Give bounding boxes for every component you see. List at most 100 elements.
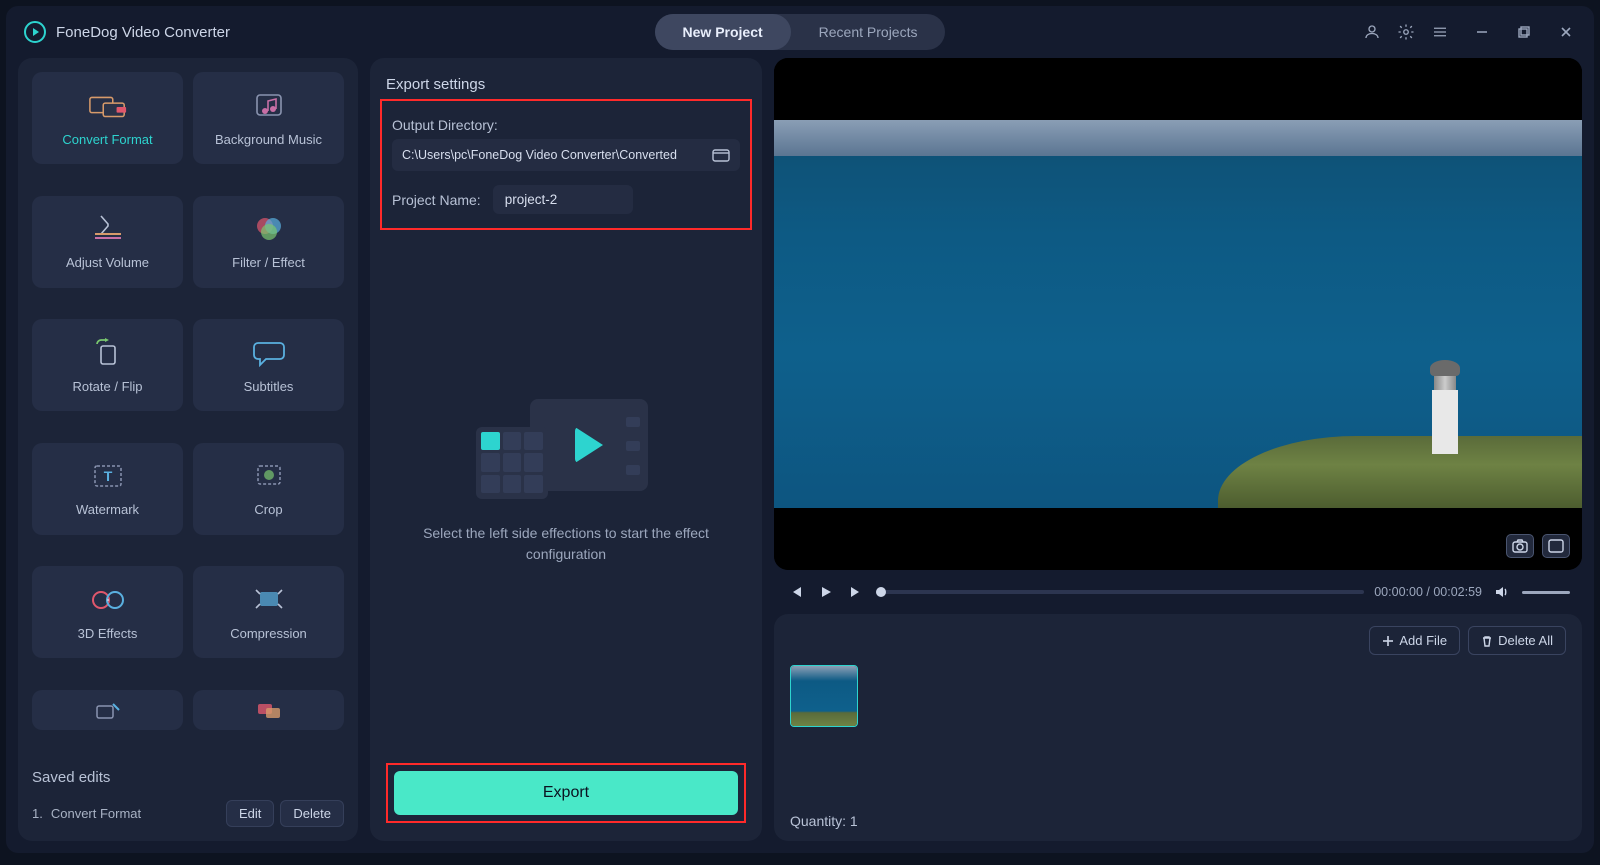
titlebar: FoneDog Video Converter New Project Rece… (6, 6, 1594, 58)
effect-subtitles[interactable]: Subtitles (193, 319, 344, 411)
convert-format-icon (88, 90, 128, 122)
export-settings-title: Export settings (386, 76, 746, 93)
timeline-handle[interactable] (876, 587, 886, 597)
preview-panel: 00:00:00 / 00:02:59 Add File Delete All (774, 58, 1582, 841)
thumbnails-row (790, 665, 1566, 727)
effect-filter[interactable]: Filter / Effect (193, 196, 344, 288)
placeholder-text: Select the left side effections to start… (416, 523, 716, 565)
delete-all-label: Delete All (1498, 633, 1553, 648)
svg-text:T: T (103, 468, 112, 484)
effect-label: Rotate / Flip (72, 379, 142, 394)
effect-label: Adjust Volume (66, 255, 149, 270)
account-icon[interactable] (1362, 22, 1382, 42)
skip-back-icon[interactable] (786, 582, 806, 602)
saved-edits-title: Saved edits (32, 769, 344, 786)
app-logo-icon (24, 21, 46, 43)
saved-edit-index: 1. (32, 806, 43, 821)
settings-icon[interactable] (1396, 22, 1416, 42)
video-overlay-controls (1506, 534, 1570, 558)
effect-more-2[interactable] (193, 690, 344, 730)
effect-label: Filter / Effect (232, 255, 305, 270)
tab-new-project[interactable]: New Project (655, 14, 791, 50)
quantity-display: Quantity: 1 (790, 813, 1566, 829)
effect-more-1[interactable] (32, 690, 183, 730)
player-controls: 00:00:00 / 00:02:59 (774, 582, 1582, 602)
main-content: Convert Format Background Music Adjust V… (6, 58, 1594, 853)
effect-label: Subtitles (244, 379, 294, 394)
export-highlight: Export (386, 763, 746, 823)
3d-icon (88, 584, 128, 616)
tab-recent-projects[interactable]: Recent Projects (791, 14, 946, 50)
saved-edit-row: 1. Convert Format Edit Delete (32, 800, 344, 827)
saved-edit-name: Convert Format (51, 806, 141, 821)
edit-button[interactable]: Edit (226, 800, 274, 827)
video-player (774, 58, 1582, 570)
time-display: 00:00:00 / 00:02:59 (1374, 585, 1482, 599)
play-icon[interactable] (816, 582, 836, 602)
timeline-slider[interactable] (876, 590, 1364, 594)
add-file-button[interactable]: Add File (1369, 626, 1460, 655)
placeholder-area: Select the left side effections to start… (386, 190, 746, 763)
app-brand: FoneDog Video Converter (24, 21, 655, 43)
effect-label: Compression (230, 626, 307, 641)
add-file-label: Add File (1399, 633, 1447, 648)
music-icon (249, 90, 289, 122)
volume-icon (88, 213, 128, 245)
skip-forward-icon[interactable] (846, 582, 866, 602)
effect-label: Background Music (215, 132, 322, 147)
filter-icon (249, 213, 289, 245)
clip-thumbnail[interactable] (790, 665, 858, 727)
minimize-button[interactable] (1472, 22, 1492, 42)
main-tabs: New Project Recent Projects (655, 14, 946, 50)
subtitles-icon (249, 337, 289, 369)
effect-label: Crop (254, 502, 282, 517)
delete-all-button[interactable]: Delete All (1468, 626, 1566, 655)
fullscreen-icon[interactable] (1542, 534, 1570, 558)
effect-compression[interactable]: Compression (193, 566, 344, 658)
effect-adjust-volume[interactable]: Adjust Volume (32, 196, 183, 288)
output-directory-value: C:\Users\pc\FoneDog Video Converter\Conv… (402, 148, 704, 162)
app-title: FoneDog Video Converter (56, 24, 230, 41)
current-time: 00:00:00 (1374, 585, 1423, 599)
effect-label: Watermark (76, 502, 139, 517)
volume-slider[interactable] (1522, 591, 1570, 594)
quantity-value: 1 (850, 813, 858, 829)
crop-icon (249, 460, 289, 492)
lighthouse-image (1428, 360, 1462, 450)
layers-icon (249, 694, 289, 726)
menu-icon[interactable] (1430, 22, 1450, 42)
volume-icon[interactable] (1492, 582, 1512, 602)
export-settings-panel: Export settings Output Directory: C:\Use… (370, 58, 762, 841)
delete-button[interactable]: Delete (280, 800, 344, 827)
watermark-icon: T (88, 460, 128, 492)
effect-rotate-flip[interactable]: Rotate / Flip (32, 319, 183, 411)
effect-3d[interactable]: 3D Effects (32, 566, 183, 658)
output-directory-field[interactable]: C:\Users\pc\FoneDog Video Converter\Conv… (392, 139, 740, 171)
placeholder-graphic-icon (476, 389, 656, 499)
export-button[interactable]: Export (394, 771, 738, 815)
effect-convert-format[interactable]: Convert Format (32, 72, 183, 164)
clips-panel: Add File Delete All Quantity: 1 (774, 614, 1582, 841)
effect-label: Convert Format (62, 132, 152, 147)
edit-icon (88, 694, 128, 726)
clips-actions: Add File Delete All (790, 626, 1566, 655)
compression-icon (249, 584, 289, 616)
titlebar-right (945, 22, 1576, 42)
effects-grid: Convert Format Background Music Adjust V… (32, 72, 344, 751)
effects-panel: Convert Format Background Music Adjust V… (18, 58, 358, 841)
effect-crop[interactable]: Crop (193, 443, 344, 535)
maximize-button[interactable] (1514, 22, 1534, 42)
effect-label: 3D Effects (78, 626, 138, 641)
snapshot-icon[interactable] (1506, 534, 1534, 558)
video-frame[interactable] (774, 58, 1582, 570)
total-time: 00:02:59 (1433, 585, 1482, 599)
rotate-icon (88, 337, 128, 369)
saved-edits-section: Saved edits 1. Convert Format Edit Delet… (32, 769, 344, 827)
effect-watermark[interactable]: T Watermark (32, 443, 183, 535)
saved-edit-actions: Edit Delete (226, 800, 344, 827)
browse-folder-icon[interactable] (712, 147, 730, 163)
effect-background-music[interactable]: Background Music (193, 72, 344, 164)
close-button[interactable] (1556, 22, 1576, 42)
output-directory-label: Output Directory: (392, 117, 740, 133)
app-window: FoneDog Video Converter New Project Rece… (6, 6, 1594, 853)
